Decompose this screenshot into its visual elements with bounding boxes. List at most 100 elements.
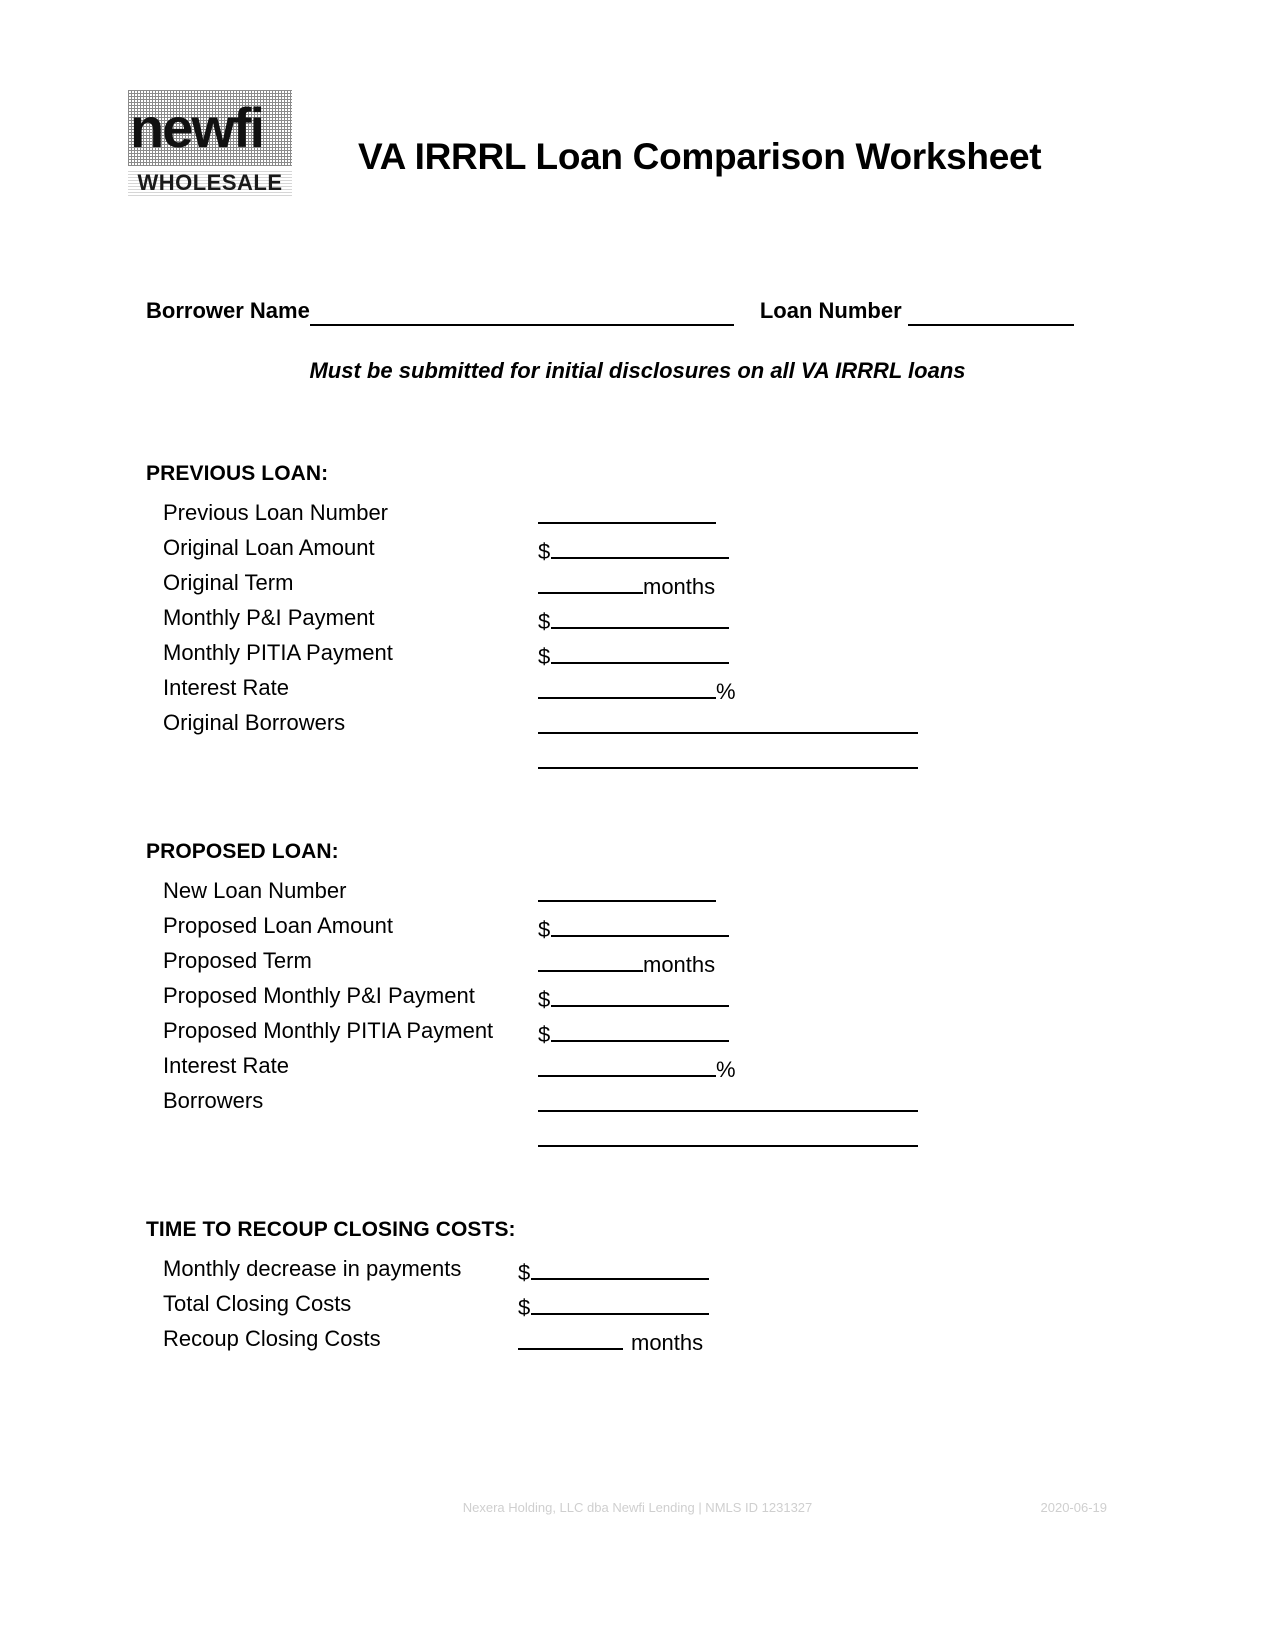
section-heading: TIME TO RECOUP CLOSING COSTS: bbox=[146, 1218, 516, 1241]
form-row: Original Borrowers bbox=[163, 708, 1275, 743]
form-blank-input[interactable] bbox=[551, 638, 730, 664]
form-row-label: New Loan Number bbox=[163, 878, 347, 903]
form-row-label: Borrowers bbox=[163, 1088, 264, 1113]
worksheet-page: newfi WHOLESALE VA IRRRL Loan Comparison… bbox=[0, 0, 1275, 1650]
form-row-field bbox=[538, 876, 716, 902]
borrower-identity-line: Borrower Name Loan Number bbox=[146, 294, 1126, 326]
form-row-label: Original Term bbox=[163, 570, 294, 595]
currency-symbol: $ bbox=[518, 1295, 531, 1320]
form-unit-label: months bbox=[643, 574, 716, 599]
currency-symbol: $ bbox=[538, 917, 551, 942]
form-row-label: Interest Rate bbox=[163, 675, 289, 700]
section-rows: New Loan Number Proposed Loan Amount $ Prop… bbox=[163, 876, 1275, 1156]
form-row: Total Closing Costs $ bbox=[163, 1289, 1275, 1324]
form-row: New Loan Number bbox=[163, 876, 1275, 911]
logo-wordmark: newfi bbox=[130, 96, 265, 159]
submission-notice: Must be submitted for initial disclosure… bbox=[309, 358, 966, 383]
section-heading: PREVIOUS LOAN: bbox=[146, 462, 329, 485]
form-blank-input[interactable] bbox=[551, 911, 730, 937]
logo-subtitle: WHOLESALE bbox=[128, 170, 292, 196]
form-row bbox=[163, 743, 1275, 778]
borrower-name-input[interactable] bbox=[309, 302, 734, 326]
form-row-field: months bbox=[518, 1324, 703, 1358]
form-row-field: $ bbox=[538, 1016, 730, 1050]
page-footer: Nexera Holding, LLC dba Newfi Lending | … bbox=[0, 1500, 1275, 1524]
form-row-field bbox=[538, 1121, 918, 1147]
loan-number-label: Loan Number bbox=[759, 298, 902, 323]
section-proposed-loan: PROPOSED LOAN: New Loan Number Proposed L… bbox=[0, 840, 1275, 1156]
form-blank-input[interactable] bbox=[551, 603, 730, 629]
form-unit-label: months bbox=[631, 1330, 704, 1355]
form-row: Interest Rate% bbox=[163, 673, 1275, 708]
form-blank-input[interactable] bbox=[551, 1016, 730, 1042]
form-row: Original Term months bbox=[163, 568, 1275, 603]
form-row: Proposed Monthly P&I Payment $ bbox=[163, 981, 1275, 1016]
form-row-field: % bbox=[538, 673, 736, 707]
form-row-field: % bbox=[538, 1051, 736, 1085]
form-row-field: $ bbox=[518, 1254, 710, 1288]
form-row-label: Proposed Loan Amount bbox=[163, 913, 393, 938]
currency-symbol: $ bbox=[538, 609, 551, 634]
form-unit-label: % bbox=[716, 679, 736, 704]
loan-number-input[interactable] bbox=[907, 302, 1074, 326]
form-row-label: Monthly PITIA Payment bbox=[163, 640, 393, 665]
form-row-field bbox=[538, 743, 918, 769]
form-row: Proposed Term months bbox=[163, 946, 1275, 981]
section-heading: PROPOSED LOAN: bbox=[146, 840, 339, 863]
form-row: Monthly decrease in payments $ bbox=[163, 1254, 1275, 1289]
form-row: Original Loan Amount $ bbox=[163, 533, 1275, 568]
form-row-label: Proposed Monthly PITIA Payment bbox=[163, 1018, 494, 1043]
form-row-label: Interest Rate bbox=[163, 1053, 289, 1078]
form-row: Interest Rate% bbox=[163, 1051, 1275, 1086]
form-unit-label: % bbox=[716, 1057, 736, 1082]
form-blank-input[interactable] bbox=[538, 673, 716, 699]
currency-symbol: $ bbox=[538, 644, 551, 669]
form-row-label: Original Borrowers bbox=[163, 710, 346, 735]
form-blank-input[interactable] bbox=[531, 1289, 710, 1315]
currency-symbol: $ bbox=[518, 1260, 531, 1285]
currency-symbol: $ bbox=[538, 539, 551, 564]
form-blank-input[interactable] bbox=[518, 1324, 623, 1350]
form-row-field bbox=[538, 498, 716, 524]
form-blank-input[interactable] bbox=[551, 981, 730, 1007]
form-row-label: Recoup Closing Costs bbox=[163, 1326, 381, 1351]
form-row-label: Proposed Monthly P&I Payment bbox=[163, 983, 475, 1008]
form-row-field: $ bbox=[518, 1289, 710, 1323]
form-row-field: $ bbox=[538, 638, 730, 672]
form-row-label: Previous Loan Number bbox=[163, 500, 389, 525]
form-row-field bbox=[538, 1086, 918, 1112]
form-blank-input[interactable] bbox=[538, 946, 643, 972]
logo-halftone-block: newfi bbox=[128, 90, 292, 166]
form-blank-input[interactable] bbox=[538, 568, 643, 594]
form-unit-label: months bbox=[643, 952, 716, 977]
form-blank-input[interactable] bbox=[538, 1121, 918, 1147]
form-row-field: months bbox=[538, 568, 715, 602]
form-row bbox=[163, 1121, 1275, 1156]
form-blank-input[interactable] bbox=[531, 1254, 710, 1280]
section-rows: Monthly decrease in payments $ Total Closi… bbox=[163, 1254, 1275, 1359]
form-blank-input[interactable] bbox=[538, 498, 716, 524]
form-row-field: months bbox=[538, 946, 715, 980]
form-blank-input[interactable] bbox=[538, 708, 918, 734]
newfi-wholesale-logo: newfi WHOLESALE bbox=[128, 90, 292, 198]
form-row: Proposed Loan Amount $ bbox=[163, 911, 1275, 946]
form-blank-input[interactable] bbox=[538, 1051, 716, 1077]
form-row: Proposed Monthly PITIA Payment $ bbox=[163, 1016, 1275, 1051]
form-row-field: $ bbox=[538, 981, 730, 1015]
section-rows: Previous Loan Number Original Loan Amount… bbox=[163, 498, 1275, 778]
form-blank-input[interactable] bbox=[538, 1086, 918, 1112]
form-row-label: Monthly P&I Payment bbox=[163, 605, 375, 630]
form-row-field: $ bbox=[538, 533, 730, 567]
form-blank-input[interactable] bbox=[538, 876, 716, 902]
form-row: Recoup Closing Costs months bbox=[163, 1324, 1275, 1359]
form-row-field: $ bbox=[538, 603, 730, 637]
form-row-field: $ bbox=[538, 911, 730, 945]
form-row-label: Monthly decrease in payments bbox=[163, 1256, 462, 1281]
form-blank-input[interactable] bbox=[538, 743, 918, 769]
form-row: Monthly P&I Payment $ bbox=[163, 603, 1275, 638]
form-blank-input[interactable] bbox=[551, 533, 730, 559]
form-row: Previous Loan Number bbox=[163, 498, 1275, 533]
currency-symbol: $ bbox=[538, 987, 551, 1012]
form-row-label: Proposed Term bbox=[163, 948, 312, 973]
form-row-field bbox=[538, 708, 918, 734]
